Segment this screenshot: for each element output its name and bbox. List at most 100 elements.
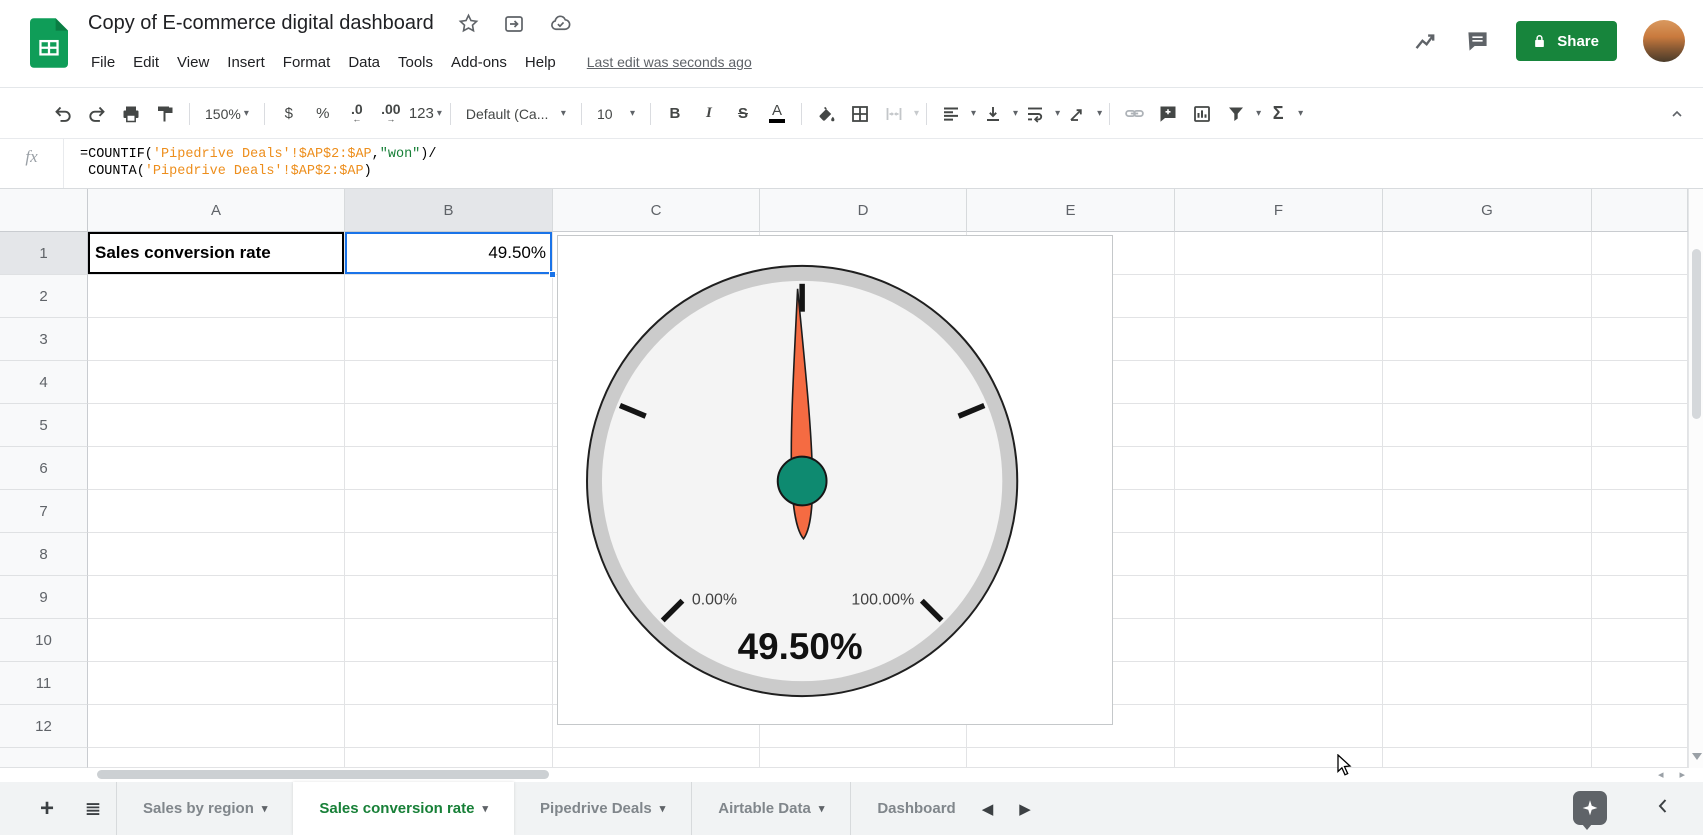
row-header-6[interactable]: 6 xyxy=(0,447,88,490)
undo-button[interactable] xyxy=(47,97,79,131)
cell-B10[interactable] xyxy=(345,619,553,662)
cell[interactable] xyxy=(1592,404,1688,447)
cell-G4[interactable] xyxy=(1383,361,1592,404)
column-header-A[interactable]: A xyxy=(88,189,345,232)
cell[interactable] xyxy=(1592,490,1688,533)
functions-button[interactable]: Σ xyxy=(1262,97,1294,131)
cell-B8[interactable] xyxy=(345,533,553,576)
cell-A8[interactable] xyxy=(88,533,345,576)
formula-input[interactable]: =COUNTIF('Pipedrive Deals'!$AP$2:$AP,"wo… xyxy=(64,139,437,188)
cell-F6[interactable] xyxy=(1175,447,1383,490)
cell[interactable] xyxy=(1592,619,1688,662)
italic-button[interactable]: I xyxy=(693,97,725,131)
cell-B6[interactable] xyxy=(345,447,553,490)
scroll-left-icon[interactable]: ◂ xyxy=(1658,768,1664,781)
tab-scroll-left-icon[interactable]: ◀ xyxy=(982,800,994,818)
column-header-G[interactable]: G xyxy=(1383,189,1592,232)
cell[interactable] xyxy=(1592,318,1688,361)
merge-cells-button[interactable] xyxy=(878,97,910,131)
row-header-10[interactable]: 10 xyxy=(0,619,88,662)
star-icon[interactable] xyxy=(458,13,479,34)
menu-data[interactable]: Data xyxy=(339,50,389,75)
collapse-toolbar-button[interactable] xyxy=(1669,106,1685,122)
add-sheet-button[interactable]: + xyxy=(24,782,70,835)
cell-A7[interactable] xyxy=(88,490,345,533)
cell[interactable] xyxy=(345,748,553,768)
cell-F4[interactable] xyxy=(1175,361,1383,404)
cell-A11[interactable] xyxy=(88,662,345,705)
insert-comment-button[interactable] xyxy=(1152,97,1184,131)
cell[interactable] xyxy=(1592,662,1688,705)
sheets-logo-icon[interactable] xyxy=(30,17,68,69)
insert-link-button[interactable] xyxy=(1118,97,1150,131)
tab-menu-arrow-icon[interactable]: ▾ xyxy=(660,802,666,815)
cell-A12[interactable] xyxy=(88,705,345,748)
cell-A10[interactable] xyxy=(88,619,345,662)
paint-format-button[interactable] xyxy=(149,97,181,131)
text-color-button[interactable]: A xyxy=(761,97,793,131)
cell-F5[interactable] xyxy=(1175,404,1383,447)
row-header-partial[interactable] xyxy=(0,748,88,768)
tab-sales-conversion-rate[interactable]: Sales conversion rate ▾ xyxy=(293,782,515,835)
cell[interactable] xyxy=(1592,748,1688,768)
cell-A2[interactable] xyxy=(88,275,345,318)
cell-F10[interactable] xyxy=(1175,619,1383,662)
cell-G8[interactable] xyxy=(1383,533,1592,576)
cell[interactable] xyxy=(1592,576,1688,619)
chevron-down-icon[interactable]: ▾ xyxy=(1055,108,1060,119)
cell[interactable] xyxy=(967,748,1175,768)
menu-view[interactable]: View xyxy=(168,50,218,75)
all-sheets-button[interactable] xyxy=(70,782,116,835)
format-currency-button[interactable]: $ xyxy=(273,97,305,131)
row-header-3[interactable]: 3 xyxy=(0,318,88,361)
row-header-12[interactable]: 12 xyxy=(0,705,88,748)
menu-addons[interactable]: Add-ons xyxy=(442,50,516,75)
last-edit-link[interactable]: Last edit was seconds ago xyxy=(587,54,752,70)
zoom-control[interactable]: 150% ▾ xyxy=(197,97,257,131)
insights-icon[interactable] xyxy=(1413,28,1439,54)
cell-B12[interactable] xyxy=(345,705,553,748)
tab-airtable-data[interactable]: Airtable Data ▾ xyxy=(691,782,850,835)
vertical-align-button[interactable] xyxy=(977,97,1009,131)
cell-B5[interactable] xyxy=(345,404,553,447)
menu-format[interactable]: Format xyxy=(274,50,340,75)
horizontal-align-button[interactable] xyxy=(935,97,967,131)
scroll-down-icon[interactable] xyxy=(1692,753,1702,760)
cell-G3[interactable] xyxy=(1383,318,1592,361)
cell-G5[interactable] xyxy=(1383,404,1592,447)
cell[interactable] xyxy=(760,748,967,768)
cell-A3[interactable] xyxy=(88,318,345,361)
cell-G1[interactable] xyxy=(1383,232,1592,275)
cell-F2[interactable] xyxy=(1175,275,1383,318)
vertical-scrollbar[interactable] xyxy=(1688,189,1703,768)
tab-dashboard[interactable]: Dashboard xyxy=(850,782,956,835)
redo-button[interactable] xyxy=(81,97,113,131)
row-header-9[interactable]: 9 xyxy=(0,576,88,619)
column-header-C[interactable]: C xyxy=(553,189,760,232)
cell[interactable] xyxy=(88,748,345,768)
tab-pipedrive-deals[interactable]: Pipedrive Deals ▾ xyxy=(514,782,691,835)
cell-G10[interactable] xyxy=(1383,619,1592,662)
cell[interactable] xyxy=(1592,275,1688,318)
menu-insert[interactable]: Insert xyxy=(218,50,274,75)
row-header-8[interactable]: 8 xyxy=(0,533,88,576)
move-to-folder-icon[interactable] xyxy=(503,13,525,35)
cell-G11[interactable] xyxy=(1383,662,1592,705)
cell[interactable] xyxy=(1592,361,1688,404)
print-button[interactable] xyxy=(115,97,147,131)
font-size-control[interactable]: 10 ▾ xyxy=(589,97,643,131)
cell-G6[interactable] xyxy=(1383,447,1592,490)
tab-scroll-right-icon[interactable]: ▶ xyxy=(1019,800,1031,818)
cell-G7[interactable] xyxy=(1383,490,1592,533)
cell-F7[interactable] xyxy=(1175,490,1383,533)
column-header-partial[interactable] xyxy=(1592,189,1688,232)
row-header-7[interactable]: 7 xyxy=(0,490,88,533)
tab-menu-arrow-icon[interactable]: ▾ xyxy=(482,802,488,815)
cell-B7[interactable] xyxy=(345,490,553,533)
insert-chart-button[interactable] xyxy=(1186,97,1218,131)
cell-B1[interactable]: 49.50% xyxy=(345,232,556,278)
cell-A5[interactable] xyxy=(88,404,345,447)
chevron-down-icon[interactable]: ▾ xyxy=(971,108,976,119)
cell-G2[interactable] xyxy=(1383,275,1592,318)
column-header-E[interactable]: E xyxy=(967,189,1175,232)
